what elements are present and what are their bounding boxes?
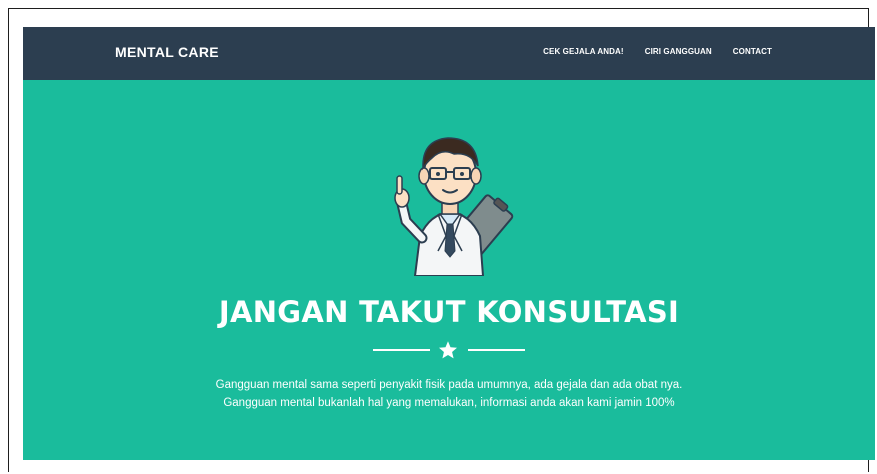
hero-title: JANGAN TAKUT KONSULTASI <box>218 295 680 329</box>
navbar: MENTAL CARE CEK GEJALA ANDA! CIRI GANGGU… <box>23 27 875 80</box>
hero-description-line-1: Gangguan mental sama seperti penyakit fi… <box>215 379 683 391</box>
hero-divider <box>373 340 525 360</box>
hero-description-line-2: Gangguan mental bukanlah hal yang memalu… <box>223 397 675 409</box>
hero-description: Gangguan mental sama seperti penyakit fi… <box>23 376 875 412</box>
divider-line-right <box>468 349 525 351</box>
nav-menu: CEK GEJALA ANDA! CIRI GANGGUAN CONTACT <box>543 47 772 56</box>
divider-line-left <box>373 349 430 351</box>
nav-link-contact[interactable]: CONTACT <box>733 47 772 56</box>
star-icon <box>439 341 457 359</box>
hero-section: JANGAN TAKUT KONSULTASI Gangguan mental … <box>23 80 875 460</box>
brand-logo[interactable]: MENTAL CARE <box>115 44 219 60</box>
nav-link-ciri-gangguan[interactable]: CIRI GANGGUAN <box>645 47 712 56</box>
doctor-illustration-icon <box>380 126 520 277</box>
nav-link-cek-gejala[interactable]: CEK GEJALA ANDA! <box>543 47 624 56</box>
